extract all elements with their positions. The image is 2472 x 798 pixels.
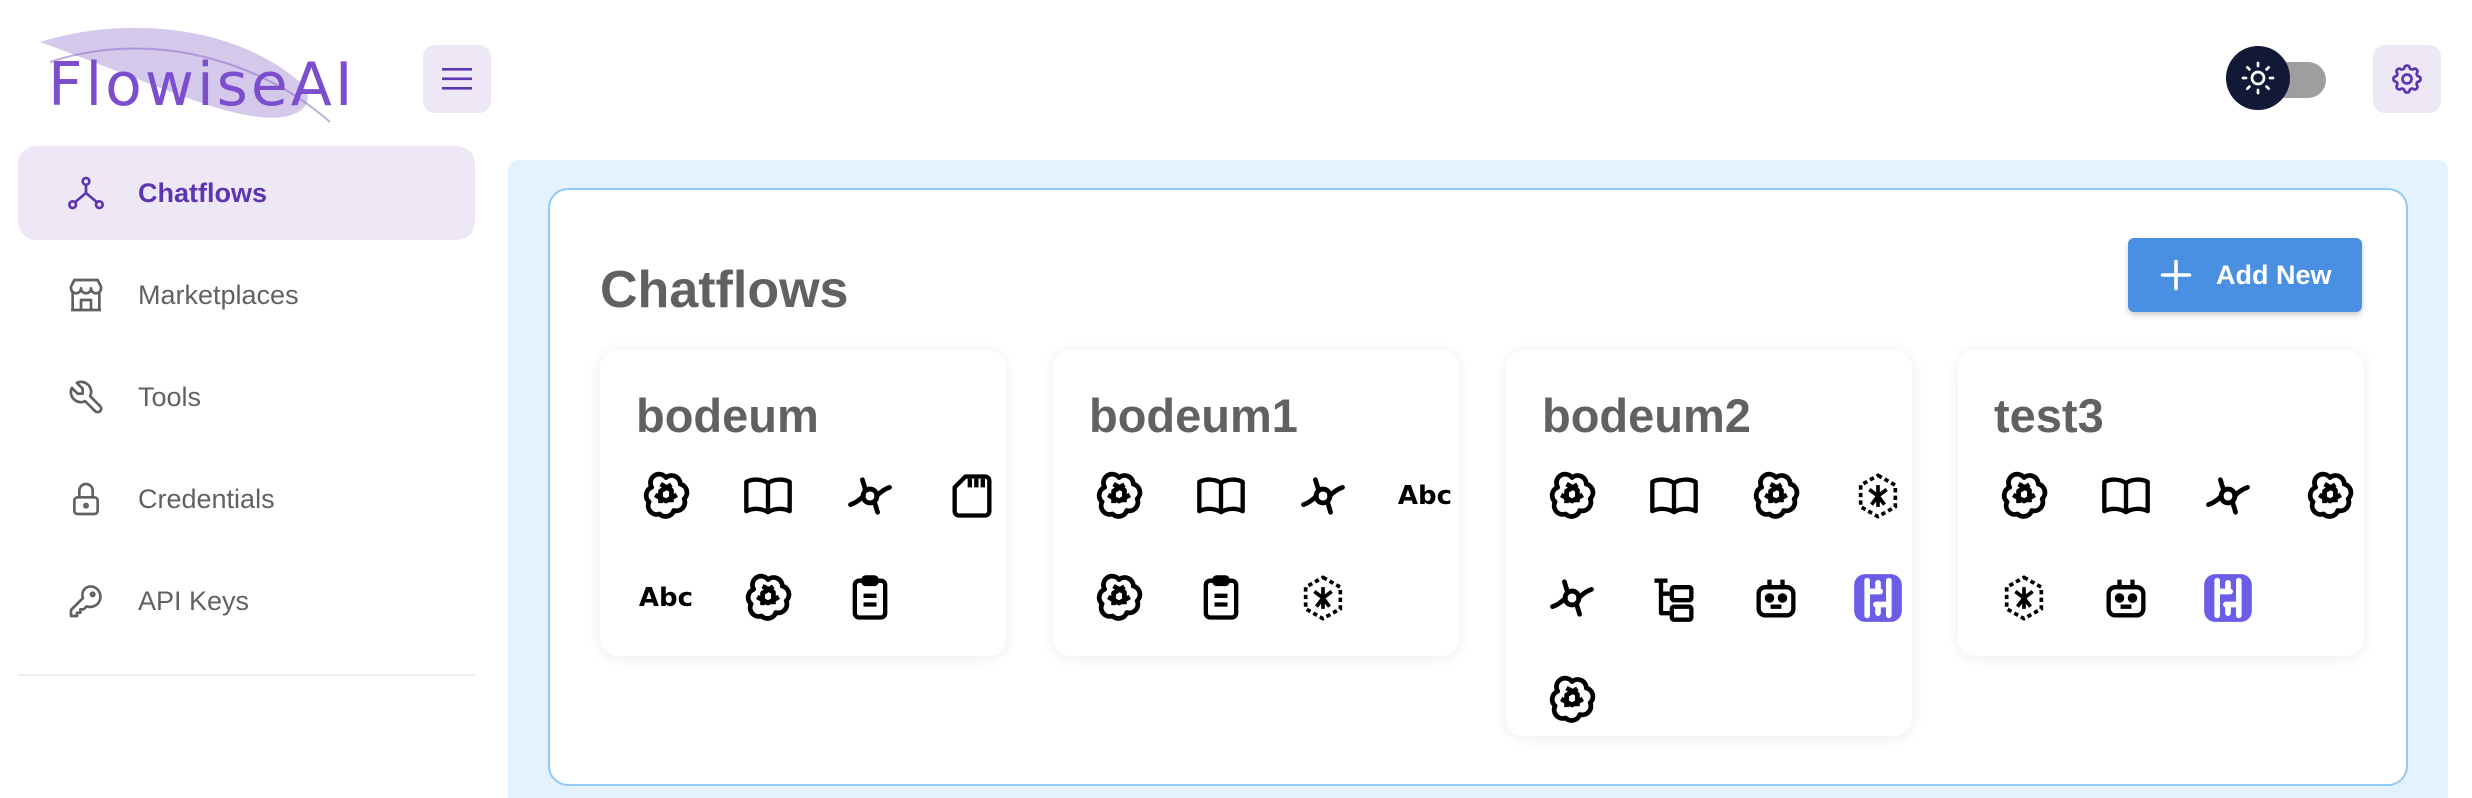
hierarchy-icon (68, 176, 105, 210)
openai-icon (1093, 470, 1145, 522)
chatflow-name: bodeum (636, 389, 819, 442)
text-splitter-icon: Abc (1397, 470, 1453, 522)
book-icon (742, 470, 794, 522)
book-icon (2100, 470, 2152, 522)
chatflow-name: bodeum2 (1542, 389, 1751, 442)
text-splitter-label: Abc (638, 583, 694, 613)
chatflow-card[interactable]: bodeum1 Abc (1053, 350, 1459, 656)
openai-icon (1093, 572, 1145, 624)
settings-button[interactable] (2373, 45, 2441, 113)
app-header: FlowiseAI (0, 0, 2472, 160)
book-icon (1648, 470, 1700, 522)
chain-icon (1297, 572, 1349, 624)
book-icon (1195, 470, 1247, 522)
sidebar-item-label: API Keys (138, 585, 250, 616)
chatflows-panel: Chatflows Add New bodeum Abc bodeum1 Abc… (548, 188, 2408, 786)
openai-icon (742, 572, 794, 624)
chatflow-name: bodeum1 (1089, 389, 1298, 442)
sidebar-item-label: Credentials (138, 483, 275, 514)
openai-icon (2304, 470, 2356, 522)
main-content: Chatflows Add New bodeum Abc bodeum1 Abc… (508, 160, 2448, 798)
menu-toggle-button[interactable] (423, 45, 491, 113)
sidebar-item-chatflows[interactable]: Chatflows (18, 146, 475, 240)
sidebar-item-marketplaces[interactable]: Marketplaces (18, 248, 475, 342)
toggle-knob (2226, 46, 2290, 110)
robot-icon (1750, 572, 1802, 624)
chatflow-card[interactable]: bodeum2 (1506, 350, 1912, 736)
wrench-icon (69, 380, 103, 414)
lock-icon (73, 482, 99, 516)
chain-icon (1998, 572, 2050, 624)
theme-toggle[interactable] (2226, 44, 2330, 112)
openai-icon (1750, 470, 1802, 522)
openai-icon (640, 470, 692, 522)
openai-icon (1546, 674, 1598, 726)
hamburger-icon (442, 68, 472, 90)
clipboard-icon (1195, 572, 1247, 624)
page-title: Chatflows (600, 261, 849, 319)
store-icon (69, 278, 103, 312)
key-icon (69, 585, 102, 618)
chatflow-card[interactable]: bodeum Abc (600, 350, 1006, 656)
chatflow-name: test3 (1994, 389, 2104, 442)
add-new-label: Add New (2216, 260, 2332, 290)
gear-icon (2392, 64, 2422, 94)
sidebar-item-api-keys[interactable]: API Keys (18, 554, 475, 648)
flowise-logo[interactable]: FlowiseAI (30, 22, 353, 132)
robot-icon (2100, 572, 2152, 624)
file-icon (946, 470, 998, 522)
sun-icon (2241, 61, 2275, 95)
sidebar-item-label: Marketplaces (138, 279, 299, 310)
add-new-button[interactable]: Add New (2128, 238, 2362, 312)
text-splitter-label: Abc (1397, 481, 1453, 511)
logo-text: FlowiseAI (48, 50, 356, 120)
sidebar-item-credentials[interactable]: Credentials (18, 452, 475, 546)
sidebar-divider (18, 674, 475, 676)
flow-icon (2202, 572, 2254, 624)
text-splitter-icon: Abc (638, 572, 694, 624)
sidebar-item-tools[interactable]: Tools (18, 350, 475, 444)
tree-icon (1648, 572, 1700, 624)
plus-icon (2160, 259, 2192, 291)
clipboard-icon (844, 572, 896, 624)
vector-icon (844, 470, 896, 522)
vector-icon (1546, 572, 1598, 624)
vector-icon (1297, 470, 1349, 522)
sidebar-item-label: Tools (138, 381, 202, 412)
openai-icon (1998, 470, 2050, 522)
openai-icon (1546, 470, 1598, 522)
chain-icon (1852, 470, 1904, 522)
flow-icon (1852, 572, 1904, 624)
vector-icon (2202, 470, 2254, 522)
sidebar-item-label: Chatflows (138, 177, 268, 208)
chatflow-card[interactable]: test3 (1958, 350, 2364, 656)
sidebar: Chatflows Marketplaces Tools Credentials… (18, 146, 475, 686)
